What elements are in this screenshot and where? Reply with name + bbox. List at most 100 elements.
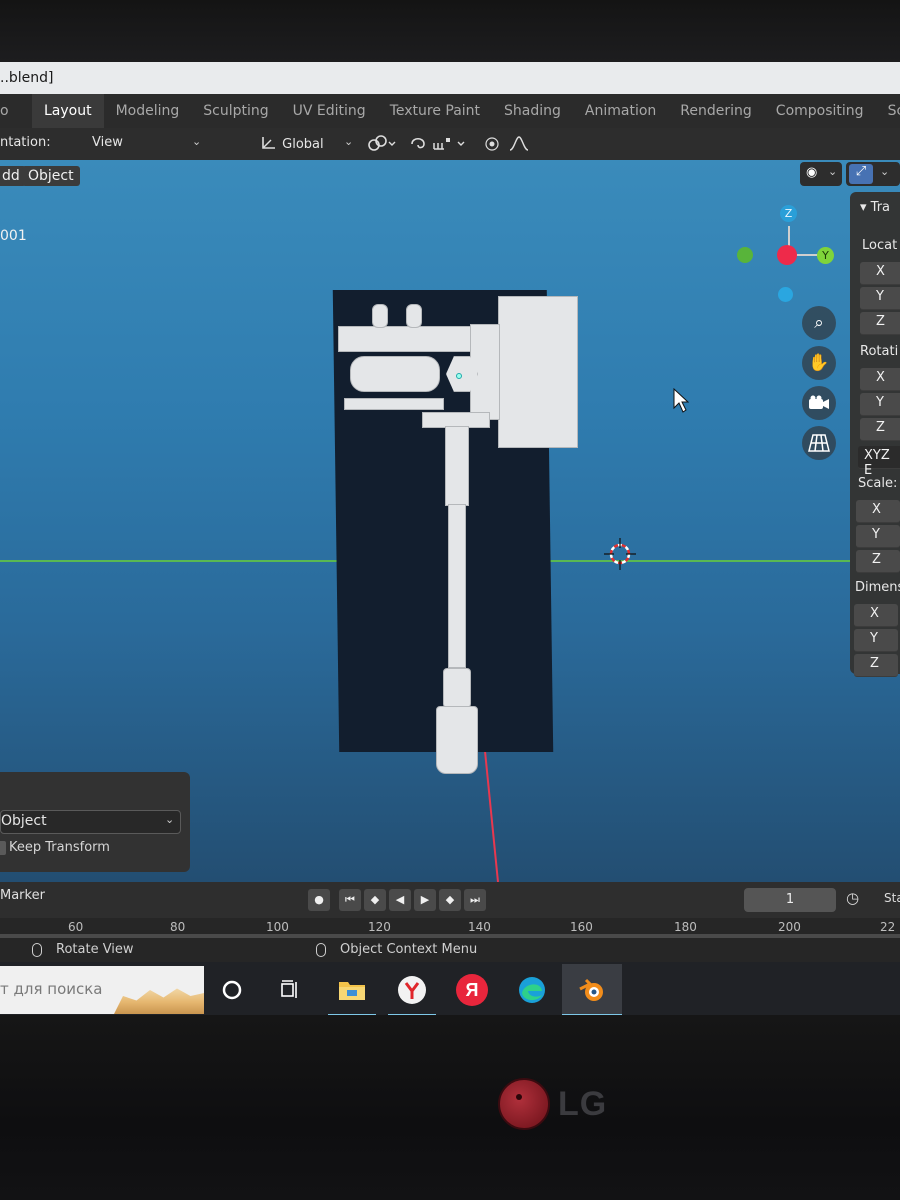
current-frame-field[interactable]: 1	[744, 888, 836, 912]
rotation-z-field[interactable]: Z	[860, 418, 900, 441]
windows-taskbar: т для поиска Я	[0, 962, 900, 1022]
transform-section-header[interactable]: ▾ Tra	[860, 200, 890, 215]
navigation-gizmo[interactable]: Z Y	[725, 195, 845, 315]
location-x-field[interactable]: X	[860, 262, 900, 285]
scale-y-field[interactable]: Y	[856, 525, 900, 548]
yandex-icon[interactable]: Я	[456, 974, 488, 1006]
prev-keyframe-icon[interactable]: ◆	[364, 889, 386, 911]
dimensions-x-field[interactable]: X	[854, 604, 898, 627]
rotate-view-hint: Rotate View	[32, 942, 134, 957]
next-keyframe-icon[interactable]: ◆	[439, 889, 461, 911]
gizmo-neg-z-axis[interactable]	[778, 287, 793, 302]
gizmo-y-axis[interactable]: Y	[817, 247, 834, 264]
scale-label: Scale:	[858, 476, 898, 491]
tab-layout[interactable]: Layout	[32, 94, 104, 128]
rotation-mode-dropdown[interactable]: XYZ E	[858, 446, 900, 478]
gizmo-z-axis[interactable]: Z	[780, 205, 797, 222]
gizmo-x-axis[interactable]	[777, 245, 797, 265]
window-titlebar: ..blend]	[0, 62, 900, 94]
workspace-edge-text: o	[0, 103, 9, 119]
parent-type-value: Object	[1, 813, 47, 829]
3d-viewport[interactable]: dd Object 001 Z Y ⌕ ✋ ◉ ⌄ ⤢ ⌄ ▾ Tra Loca…	[0, 160, 900, 882]
eye-icon: ◉	[806, 165, 818, 180]
location-z-field[interactable]: Z	[860, 312, 900, 335]
lg-logo-mark	[498, 1078, 550, 1130]
play-reverse-icon[interactable]: ◀	[389, 889, 411, 911]
scale-x-field[interactable]: X	[856, 500, 900, 523]
pivot-point-button[interactable]	[368, 135, 398, 157]
ruler-tick: 180	[674, 920, 697, 934]
transform-orientation-dropdown[interactable]: Global ⌄	[260, 135, 356, 152]
tab-texture-paint[interactable]: Texture Paint	[378, 94, 492, 128]
monitor-bezel-top	[0, 0, 900, 62]
tab-modeling[interactable]: Modeling	[104, 94, 192, 128]
transform-space-value: Global	[282, 137, 324, 152]
grid-glyph	[808, 434, 830, 452]
tab-rendering[interactable]: Rendering	[668, 94, 764, 128]
ruler-tick: 140	[468, 920, 491, 934]
monitor-bezel-bottom: LG	[0, 1015, 900, 1200]
object-name-text: 001	[0, 228, 27, 244]
snap-icon	[411, 137, 465, 150]
cortana-icon[interactable]	[216, 974, 248, 1006]
lg-brand-text: LG	[558, 1084, 608, 1123]
tab-uv-editing[interactable]: UV Editing	[281, 94, 378, 128]
marker-menu[interactable]: Marker	[0, 888, 45, 903]
perspective-grid-icon[interactable]	[802, 426, 836, 460]
file-explorer-icon[interactable]	[336, 974, 368, 1006]
camera-icon[interactable]	[802, 386, 836, 420]
mouse-icon	[316, 942, 326, 957]
3d-cursor-icon	[604, 538, 636, 570]
ruler-tick: 80	[170, 920, 186, 934]
tab-animation[interactable]: Animation	[573, 94, 668, 128]
visibility-toggle[interactable]: ◉ ⌄	[800, 162, 842, 186]
jump-end-icon[interactable]: ⏭	[464, 889, 486, 911]
blender-icon[interactable]	[576, 974, 608, 1006]
snap-button[interactable]	[410, 135, 470, 157]
handle-grip-rings	[443, 668, 471, 708]
rotation-x-field[interactable]: X	[860, 368, 900, 391]
proportional-edit-button[interactable]	[484, 135, 534, 157]
lg-logo: LG	[498, 1078, 607, 1130]
start-frame-label: Sta	[884, 891, 900, 905]
hammer-cylinder	[350, 356, 440, 392]
search-placeholder: т для поиска	[0, 980, 103, 998]
status-bar: Rotate View Object Context Menu	[0, 938, 900, 962]
record-icon[interactable]: ●	[308, 889, 330, 911]
scale-z-field[interactable]: Z	[856, 550, 900, 573]
keep-transform-checkbox[interactable]: Keep Transform	[0, 840, 110, 855]
orientation-label: ntation:	[0, 135, 51, 150]
transform-axes-icon	[262, 137, 275, 149]
dimensions-y-field[interactable]: Y	[854, 629, 898, 652]
chevron-down-icon: ⌄	[165, 813, 175, 826]
task-view-icon[interactable]	[274, 974, 306, 1006]
gizmo-toggle[interactable]: ⤢ ⌄	[846, 162, 900, 186]
object-menu[interactable]: Object	[22, 166, 80, 186]
tab-shading[interactable]: Shading	[492, 94, 573, 128]
checkbox-box	[0, 840, 6, 855]
orientation-dropdown[interactable]: View ⌄	[92, 135, 204, 150]
dimensions-z-field[interactable]: Z	[854, 654, 898, 677]
parent-type-dropdown[interactable]: Object ⌄	[0, 810, 181, 834]
location-y-field[interactable]: Y	[860, 287, 900, 310]
tab-scripting[interactable]: Scripting	[876, 94, 900, 128]
play-icon[interactable]: ▶	[414, 889, 436, 911]
gizmo-neg-y-axis[interactable]	[737, 247, 753, 263]
taskbar-search-box[interactable]: т для поиска	[0, 966, 204, 1014]
zoom-icon[interactable]: ⌕	[802, 306, 836, 340]
edge-browser-icon[interactable]	[516, 974, 548, 1006]
yandex-browser-icon[interactable]	[396, 974, 428, 1006]
chevron-down-icon: ⌄	[828, 165, 838, 178]
workspace-tabs: o Layout Modeling Sculpting UV Editing T…	[0, 94, 900, 128]
tab-compositing[interactable]: Compositing	[764, 94, 876, 128]
search-highlight-illustration	[114, 988, 204, 1014]
rotation-y-field[interactable]: Y	[860, 393, 900, 416]
chevron-down-icon: ⌄	[192, 135, 202, 148]
jump-start-icon[interactable]: ⏮	[339, 889, 361, 911]
clock-icon[interactable]: ◷	[846, 889, 859, 907]
task-view-glyph	[281, 980, 297, 998]
tab-sculpting[interactable]: Sculpting	[191, 94, 280, 128]
link-icon	[368, 135, 396, 151]
pan-hand-icon[interactable]: ✋	[802, 346, 836, 380]
ruler-tick: 22	[880, 920, 896, 934]
